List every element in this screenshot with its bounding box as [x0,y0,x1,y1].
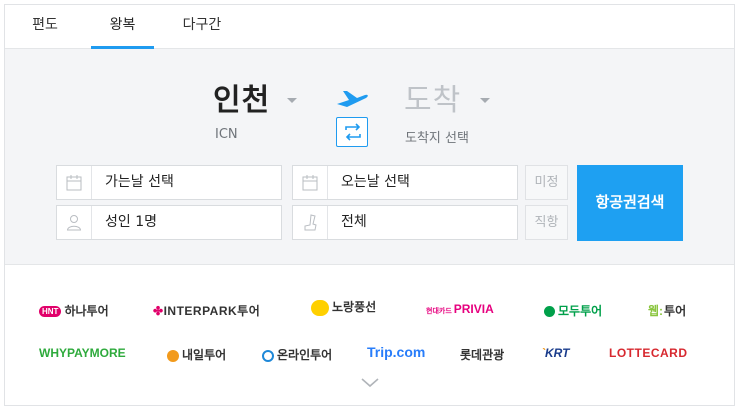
onlinetour-icon [262,349,274,362]
partner-logos: HNT 하나투어 ✤INTERPARK투어 노랑풍선 현대카드 PRIVIA 모두투… [5,266,734,405]
direct-flight-toggle[interactable]: 직항 [525,205,568,240]
partner-tripcom[interactable]: Trip.com [367,344,425,360]
seat-icon [293,206,328,239]
partner-label: 내일투어 [182,348,227,362]
trip-type-tabs: 편도 왕복 다구간 [5,5,734,49]
partner-modetour[interactable]: 모두투어 [544,302,602,319]
partner-naeiltour[interactable]: 내일투어 [167,346,226,363]
partner-label: 노랑풍선 [332,300,377,314]
modetour-icon [544,306,555,318]
partner-yellowballoon[interactable]: 노랑풍선 [311,298,376,316]
partner-label: 투어 [664,304,687,318]
partner-label: INTERPARK투어 [163,304,261,318]
naeiltour-icon [167,349,179,362]
swap-icon [345,123,361,141]
seat-class-field[interactable]: 전체 [292,205,518,240]
destination-code: 도착지 선택 [405,131,469,146]
partner-lottecard[interactable]: LOTTECARD [609,346,688,360]
partner-label: 모두투어 [558,304,603,318]
swap-button[interactable] [336,117,368,147]
webtour-dot-icon: : [659,304,664,318]
return-date-value: 오는날 선택 [341,174,410,190]
partner-label: 하나투어 [64,304,109,318]
partner-hanatour[interactable]: HNT 하나투어 [39,302,109,319]
person-icon [57,206,92,239]
passengers-field[interactable]: 성인 1명 [56,205,282,240]
calendar-icon [293,166,328,199]
tab-round-trip[interactable]: 왕복 [91,5,154,49]
partner-prefix: 현대카드 [426,308,452,315]
partner-interpark[interactable]: ✤INTERPARK투어 [153,302,260,319]
destination-selector[interactable]: 도착 도착지 선택 [404,81,514,146]
partner-onlinetour[interactable]: 온라인투어 [262,346,332,363]
search-flights-button[interactable]: 항공권검색 [577,165,683,241]
chevron-down-icon [287,98,297,103]
flight-search-widget: 편도 왕복 다구간 인천 ICN 도착 도착지 선택 가는날 선택 오는날 선택… [4,4,735,406]
balloon-icon [311,299,329,316]
tab-one-way[interactable]: 편도 [23,5,67,49]
partner-webtour[interactable]: 웹:투어 [648,302,686,319]
return-date-field[interactable]: 오는날 선택 [292,165,518,200]
destination-city: 도착 [404,83,462,118]
partner-label: KRT [545,346,570,360]
depart-date-value: 가는날 선택 [105,174,174,190]
interpark-mark-icon: ✤ [153,304,164,318]
tab-multi-city[interactable]: 다구간 [171,5,233,49]
seat-class-value: 전체 [341,214,367,230]
passengers-value: 성인 1명 [105,214,157,230]
hanatour-badge: HNT [39,306,62,318]
flex-date-toggle[interactable]: 미정 [525,165,568,200]
plane-icon [337,91,368,107]
chevron-down-icon[interactable] [360,376,380,390]
partner-label: 온라인투어 [277,348,333,362]
partner-label: PRIVIA [453,302,494,316]
partner-whypaymore[interactable]: WHYPAYMORE [39,346,126,360]
partner-lottetour[interactable]: 롯데관광 [460,346,504,363]
depart-date-field[interactable]: 가는날 선택 [56,165,282,200]
search-panel: 인천 ICN 도착 도착지 선택 가는날 선택 오는날 선택 미정 성인 1명 … [5,49,734,265]
partner-krt[interactable]: `KRT [541,346,569,360]
calendar-icon [57,166,92,199]
origin-code: ICN [215,127,238,142]
partner-prefix: 웹 [648,304,660,318]
partner-privia[interactable]: 현대카드 PRIVIA [426,302,494,316]
origin-selector[interactable]: 인천 ICN [213,81,303,142]
chevron-down-icon [480,98,490,103]
